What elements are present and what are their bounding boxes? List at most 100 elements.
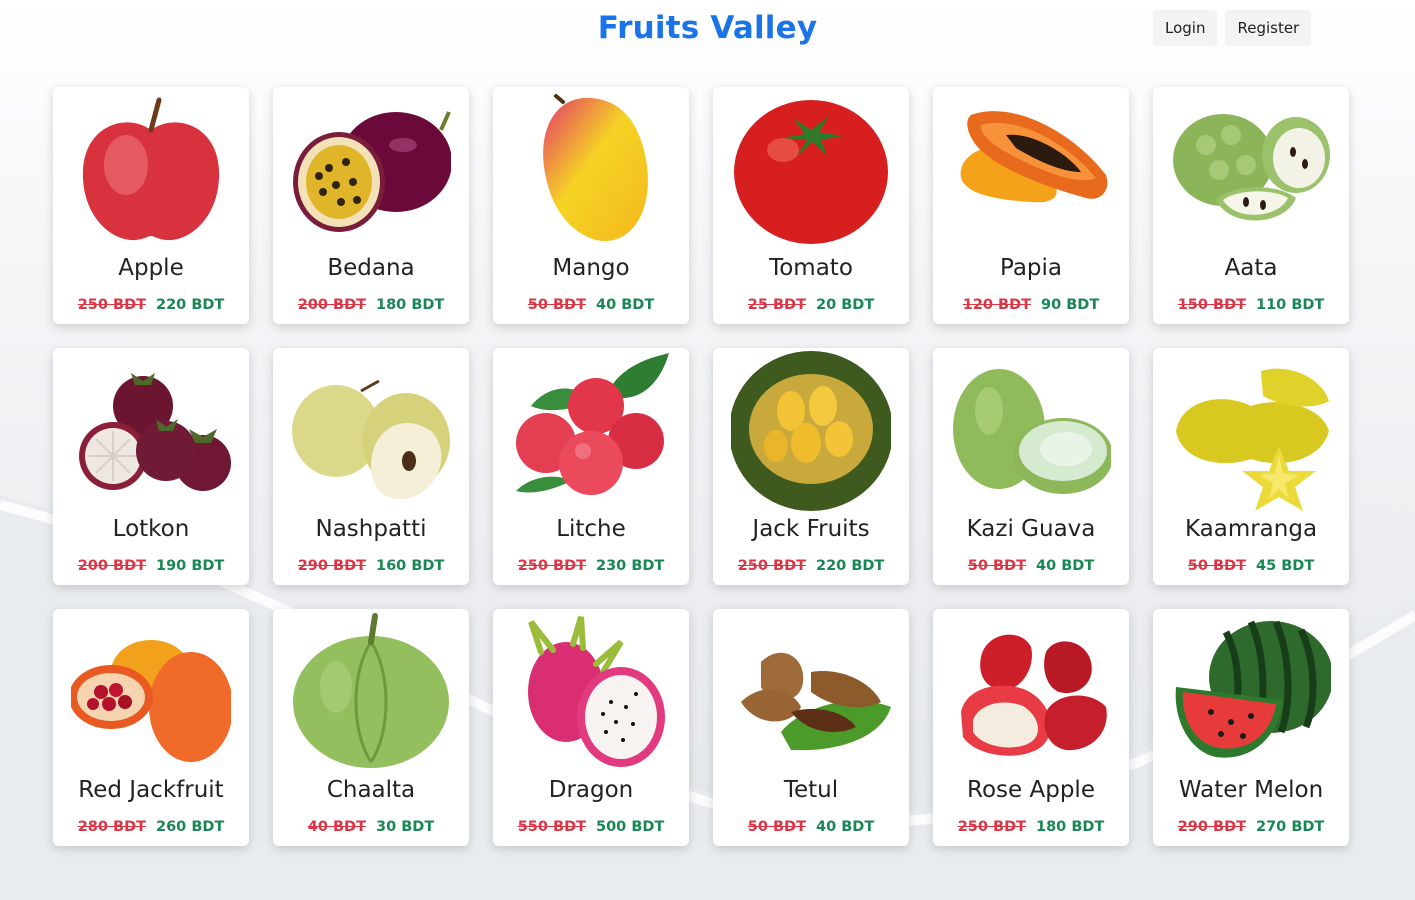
old-price: 50 BDT xyxy=(747,819,806,835)
product-prices: 50 BDT 40 BDT xyxy=(713,819,909,835)
guava-icon xyxy=(951,351,1111,511)
product-prices: 50 BDT 45 BDT xyxy=(1153,558,1349,574)
product-image xyxy=(1171,90,1331,250)
product-image xyxy=(71,612,231,772)
product-name: Red Jackfruit xyxy=(78,777,224,803)
new-price: 40 BDT xyxy=(596,297,655,313)
product-image xyxy=(511,90,671,250)
new-price: 40 BDT xyxy=(816,819,875,835)
product-image xyxy=(951,351,1111,511)
product-image xyxy=(71,90,231,250)
star-fruit-icon xyxy=(1171,351,1331,511)
product-card[interactable]: Litche 250 BDT 230 BDT xyxy=(493,348,689,585)
old-price: 250 BDT xyxy=(737,558,806,574)
new-price: 30 BDT xyxy=(376,819,435,835)
product-prices: 250 BDT 220 BDT xyxy=(713,558,909,574)
product-name: Kazi Guava xyxy=(966,516,1096,542)
product-prices: 550 BDT 500 BDT xyxy=(493,819,689,835)
mangosteen-icon xyxy=(71,351,231,511)
product-card[interactable]: Apple 250 BDT 220 BDT xyxy=(53,87,249,324)
old-price: 290 BDT xyxy=(297,558,366,574)
product-name: Chaalta xyxy=(326,777,416,803)
product-prices: 150 BDT 110 BDT xyxy=(1153,297,1349,313)
product-name: Kaamranga xyxy=(1184,516,1318,542)
product-prices: 200 BDT 180 BDT xyxy=(273,297,469,313)
new-price: 190 BDT xyxy=(156,558,225,574)
product-image xyxy=(71,351,231,511)
product-name: Papia xyxy=(999,255,1062,281)
product-name: Rose Apple xyxy=(967,777,1095,803)
jackfruit-icon xyxy=(731,351,891,511)
old-price: 150 BDT xyxy=(1177,297,1246,313)
product-prices: 50 BDT 40 BDT xyxy=(933,558,1129,574)
product-prices: 50 BDT 40 BDT xyxy=(493,297,689,313)
product-card[interactable]: Tomato 25 BDT 20 BDT xyxy=(713,87,909,324)
product-name: Tomato xyxy=(769,255,853,281)
papaya-icon xyxy=(951,90,1111,250)
product-name: Mango xyxy=(552,255,630,281)
product-card[interactable]: Kazi Guava 50 BDT 40 BDT xyxy=(933,348,1129,585)
pear-icon xyxy=(291,351,451,511)
product-name: Dragon xyxy=(548,777,634,803)
product-card[interactable]: Tetul 50 BDT 40 BDT xyxy=(713,609,909,846)
mango-icon xyxy=(511,90,671,250)
tomato-icon xyxy=(731,90,891,250)
elephant-apple-icon xyxy=(291,612,451,772)
product-name: Water Melon xyxy=(1178,777,1324,803)
product-card[interactable]: Kaamranga 50 BDT 45 BDT xyxy=(1153,348,1349,585)
new-price: 260 BDT xyxy=(156,819,225,835)
old-price: 200 BDT xyxy=(77,558,146,574)
product-image xyxy=(1171,612,1331,772)
dragon-fruit-icon xyxy=(511,612,671,772)
new-price: 220 BDT xyxy=(816,558,885,574)
product-prices: 40 BDT 30 BDT xyxy=(273,819,469,835)
register-button[interactable]: Register xyxy=(1225,10,1312,46)
new-price: 110 BDT xyxy=(1256,297,1325,313)
product-prices: 25 BDT 20 BDT xyxy=(713,297,909,313)
product-image xyxy=(951,612,1111,772)
product-card[interactable]: Lotkon 200 BDT 190 BDT xyxy=(53,348,249,585)
old-price: 50 BDT xyxy=(527,297,586,313)
product-card[interactable]: Nashpatti 290 BDT 160 BDT xyxy=(273,348,469,585)
new-price: 180 BDT xyxy=(376,297,445,313)
product-card[interactable]: Dragon 550 BDT 500 BDT xyxy=(493,609,689,846)
header: Fruits Valley Login Register xyxy=(0,0,1415,70)
gac-fruit-icon xyxy=(71,612,231,772)
new-price: 270 BDT xyxy=(1256,819,1325,835)
new-price: 40 BDT xyxy=(1036,558,1095,574)
watermelon-icon xyxy=(1171,612,1331,772)
product-name: Lotkon xyxy=(112,516,190,542)
product-name: Aata xyxy=(1224,255,1278,281)
product-name: Apple xyxy=(118,255,184,281)
product-image xyxy=(291,612,451,772)
product-image xyxy=(511,351,671,511)
product-card[interactable]: Mango 50 BDT 40 BDT xyxy=(493,87,689,324)
new-price: 160 BDT xyxy=(376,558,445,574)
product-card[interactable]: Rose Apple 250 BDT 180 BDT xyxy=(933,609,1129,846)
product-card[interactable]: Red Jackfruit 280 BDT 260 BDT xyxy=(53,609,249,846)
product-card[interactable]: Bedana 200 BDT 180 BDT xyxy=(273,87,469,324)
product-card[interactable]: Water Melon 290 BDT 270 BDT xyxy=(1153,609,1349,846)
product-card[interactable]: Jack Fruits 250 BDT 220 BDT xyxy=(713,348,909,585)
product-card[interactable]: Chaalta 40 BDT 30 BDT xyxy=(273,609,469,846)
custard-apple-icon xyxy=(1171,90,1331,250)
login-button[interactable]: Login xyxy=(1153,10,1218,46)
product-prices: 200 BDT 190 BDT xyxy=(53,558,249,574)
product-image xyxy=(291,90,451,250)
old-price: 200 BDT xyxy=(297,297,366,313)
product-card[interactable]: Aata 150 BDT 110 BDT xyxy=(1153,87,1349,324)
product-image xyxy=(511,612,671,772)
product-image xyxy=(731,612,891,772)
new-price: 180 BDT xyxy=(1036,819,1105,835)
old-price: 250 BDT xyxy=(957,819,1026,835)
product-name: Litche xyxy=(556,516,626,542)
new-price: 45 BDT xyxy=(1256,558,1315,574)
product-prices: 250 BDT 230 BDT xyxy=(493,558,689,574)
product-card[interactable]: Papia 120 BDT 90 BDT xyxy=(933,87,1129,324)
nav: Login Register xyxy=(1153,10,1312,46)
product-image xyxy=(1171,351,1331,511)
new-price: 500 BDT xyxy=(596,819,665,835)
product-image xyxy=(731,351,891,511)
product-prices: 280 BDT 260 BDT xyxy=(53,819,249,835)
lychee-icon xyxy=(511,351,671,511)
